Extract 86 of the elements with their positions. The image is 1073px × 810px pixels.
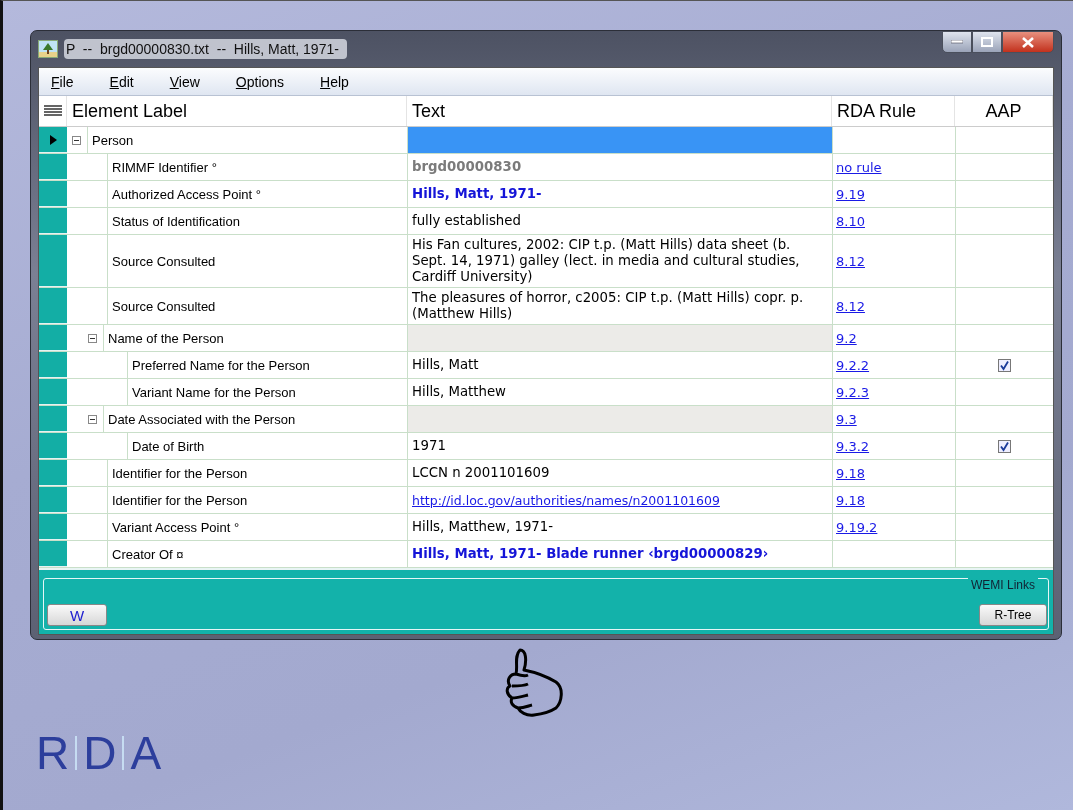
maximize-icon: [981, 37, 993, 47]
rule-link[interactable]: 8.12: [836, 298, 865, 314]
rule-link[interactable]: 9.2: [836, 330, 857, 346]
rule-link[interactable]: 9.19: [836, 186, 865, 202]
rule-link[interactable]: 9.2.3: [836, 384, 870, 400]
element-label: Status of Identification: [112, 213, 240, 229]
collapse-icon[interactable]: [88, 333, 97, 343]
element-label: Variant Name for the Person: [132, 384, 296, 400]
rule-link[interactable]: 8.10: [836, 213, 865, 229]
element-label: Person: [92, 132, 134, 148]
empty-cell[interactable]: [407, 406, 832, 432]
value-cell[interactable]: His Fan cultures, 2002: CIP t.p. (Matt Hills) data sheet (b. Sept. 14, 1971) galley (lect. in media and cultural studies, Cardiff University): [407, 235, 832, 287]
element-label: Date of Birth: [132, 438, 205, 454]
value-text: Hills, Matt: [412, 357, 479, 373]
logo-letter: D: [82, 726, 118, 780]
value-cell[interactable]: 1971: [407, 433, 832, 459]
menu-item[interactable]: View: [157, 73, 212, 90]
element-label: Authorized Access Point °: [112, 186, 261, 202]
close-icon: [1022, 36, 1034, 48]
checkbox[interactable]: [998, 358, 1011, 372]
value-text: The pleasures of horror, c2005: CIP t.p. (Matt Hills) copr. p. (Matthew Hills): [412, 290, 805, 322]
element-label: Source Consulted: [112, 298, 216, 314]
element-label: Preferred Name for the Person: [132, 357, 310, 373]
value-cell[interactable]: Hills, Matt, 1971- Blade runner ‹brgd00000829›: [407, 541, 832, 567]
minimize-button[interactable]: [942, 31, 972, 53]
logo-letter: A: [129, 726, 163, 780]
value-text: Hills, Matthew, 1971-: [412, 519, 554, 535]
element-label: Identifier for the Person: [112, 465, 248, 481]
value-cell[interactable]: fully established: [407, 208, 832, 234]
logo-letter: R: [35, 726, 71, 780]
value-text: Hills, Matt, 1971-: [412, 186, 542, 202]
row-header[interactable]: [39, 127, 67, 153]
element-label: Date Associated with the Person: [108, 411, 296, 427]
value-text: His Fan cultures, 2002: CIP t.p. (Matt Hills) data sheet (b. Sept. 14, 1971) galley (lect. in media and cultural studies, Cardiff University): [412, 237, 801, 285]
column-header: Text: [412, 100, 445, 122]
element-label: Creator Of ¤: [112, 546, 184, 562]
maximize-button[interactable]: [972, 31, 1002, 53]
column-header: RDA Rule: [837, 100, 917, 122]
element-label: Source Consulted: [112, 253, 216, 269]
checkbox[interactable]: [998, 439, 1011, 453]
selected-cell[interactable]: [407, 127, 832, 153]
value-cell[interactable]: Hills, Matthew: [407, 379, 832, 405]
value-text: fully established: [412, 213, 521, 229]
rule-link[interactable]: 9.19.2: [836, 519, 878, 535]
current-row-icon: [49, 134, 57, 145]
tree-button[interactable]: R-Tree: [979, 604, 1047, 626]
rule-link[interactable]: 9.18: [836, 492, 865, 508]
work-button[interactable]: W: [47, 604, 107, 626]
value-text: 1971: [412, 438, 446, 454]
element-label: Variant Access Point °: [112, 519, 240, 535]
rule-link[interactable]: no rule: [836, 159, 882, 175]
value-cell[interactable]: Hills, Matt: [407, 352, 832, 378]
element-label: RIMMF Identifier °: [112, 159, 217, 175]
column-header: Element Label: [72, 100, 188, 122]
value-text: brgd00000830: [412, 159, 522, 175]
value-cell[interactable]: http://id.loc.gov/authorities/names/n2001101609: [407, 487, 832, 513]
app-icon: [38, 40, 58, 58]
value-cell[interactable]: Hills, Matt, 1971-: [407, 181, 832, 207]
rule-link[interactable]: 9.2.2: [836, 357, 870, 373]
column-header: AAP: [985, 100, 1022, 122]
rule-link[interactable]: 8.12: [836, 253, 865, 269]
element-label: Identifier for the Person: [112, 492, 248, 508]
element-label: Name of the Person: [108, 330, 224, 346]
list-icon: [43, 105, 62, 117]
collapse-icon[interactable]: [72, 135, 81, 145]
value-link[interactable]: http://id.loc.gov/authorities/names/n2001101609: [412, 492, 720, 508]
window-title: P -- brgd00000830.txt -- Hills, Matt, 1971-: [64, 39, 347, 59]
value-cell[interactable]: brgd00000830: [407, 154, 832, 180]
value-cell[interactable]: The pleasures of horror, c2005: CIP t.p. (Matt Hills) copr. p. (Matthew Hills): [407, 288, 832, 324]
rule-link[interactable]: 9.3: [836, 411, 857, 427]
rule-link[interactable]: 9.18: [836, 465, 865, 481]
value-cell[interactable]: LCCN n 2001101609: [407, 460, 832, 486]
value-text: Hills, Matt, 1971- Blade runner ‹brgd00000829›: [412, 546, 769, 562]
collapse-icon[interactable]: [88, 414, 97, 424]
rule-link[interactable]: 9.3.2: [836, 438, 870, 454]
menu-item[interactable]: Edit: [97, 73, 146, 90]
value-text: Hills, Matthew: [412, 384, 506, 400]
close-button[interactable]: [1002, 31, 1054, 53]
menu-item[interactable]: File: [39, 73, 86, 90]
minimize-icon: [951, 40, 963, 44]
menu-item[interactable]: Help: [308, 73, 361, 90]
empty-cell[interactable]: [407, 325, 832, 351]
menu-item[interactable]: Options: [223, 73, 297, 90]
group-label: WEMI Links: [968, 578, 1038, 592]
value-text: LCCN n 2001101609: [412, 465, 550, 481]
value-cell[interactable]: Hills, Matthew, 1971-: [407, 514, 832, 540]
